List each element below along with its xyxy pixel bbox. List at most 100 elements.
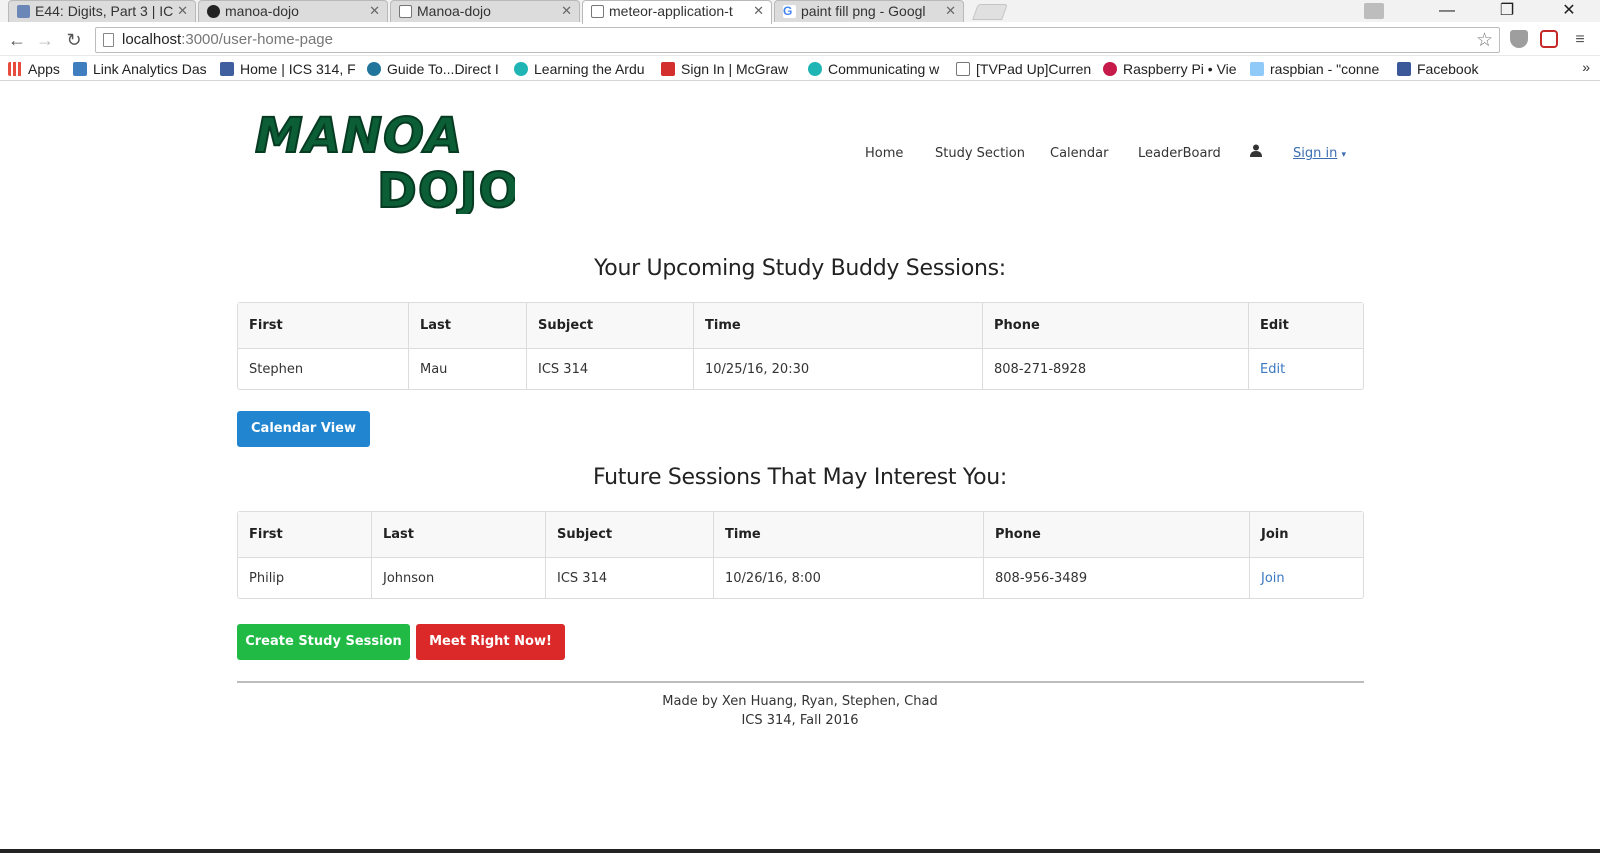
bookmark-label: Guide To...Direct I xyxy=(387,61,499,77)
meet-right-now-button[interactable]: Meet Right Now! xyxy=(416,624,565,660)
nav-leaderboard[interactable]: LeaderBoard xyxy=(1138,146,1221,161)
profile-icon[interactable] xyxy=(1360,0,1388,22)
restore-button[interactable]: ❐ xyxy=(1484,0,1530,22)
column-header: Time xyxy=(694,303,983,349)
table-header-row: First Last Subject Time Phone Edit xyxy=(238,303,1363,349)
tab-close-icon[interactable]: ✕ xyxy=(177,3,188,19)
raspberry-icon xyxy=(1103,62,1117,76)
bookmark-communicating[interactable]: Communicating w xyxy=(808,59,948,79)
signin-link[interactable]: Sign in xyxy=(1293,146,1337,161)
bookmark-star-icon[interactable]: ☆ xyxy=(1476,29,1493,52)
wordpress-icon xyxy=(367,62,381,76)
logo-line-2: DOJO xyxy=(377,163,515,214)
browser-tab-2[interactable]: manoa-dojo ✕ xyxy=(198,0,388,22)
bookmark-learning-arduino[interactable]: Learning the Ardu xyxy=(514,59,654,79)
tab-title: manoa-dojo xyxy=(225,3,299,19)
join-link[interactable]: Join xyxy=(1261,571,1285,586)
bookmark-label: [TVPad Up]Curren xyxy=(976,61,1092,77)
calendar-view-button[interactable]: Calendar View xyxy=(237,411,370,447)
upcoming-sessions-title: Your Upcoming Study Buddy Sessions: xyxy=(594,256,1006,281)
bookmark-label: Raspberry Pi • Vie xyxy=(1123,61,1237,77)
new-tab-button[interactable] xyxy=(972,4,1008,20)
user-icon[interactable] xyxy=(1250,144,1262,161)
close-window-button[interactable]: ✕ xyxy=(1546,0,1592,22)
github-icon xyxy=(207,5,220,18)
bookmark-mcgraw[interactable]: Sign In | McGraw xyxy=(661,59,801,79)
address-bar[interactable]: localhost:3000/user-home-page ☆ xyxy=(95,27,1500,53)
browser-toolbar: ← → ↻ localhost:3000/user-home-page ☆ ≡ xyxy=(0,24,1600,56)
nav-home[interactable]: Home xyxy=(865,146,903,161)
menu-icon[interactable]: ≡ xyxy=(1568,27,1592,53)
reload-icon[interactable]: ↻ xyxy=(62,27,86,53)
browser-tab-4-active[interactable]: meteor-application-t ✕ xyxy=(582,0,772,24)
window-bottom-edge xyxy=(0,849,1600,853)
browser-tab-strip: E44: Digits, Part 3 | IC ✕ manoa-dojo ✕ … xyxy=(0,0,1600,24)
bookmarks-overflow-chevron-icon[interactable]: » xyxy=(1582,59,1590,75)
column-header: Phone xyxy=(984,512,1250,558)
bookmark-label: Learning the Ardu xyxy=(534,61,645,77)
column-header: Subject xyxy=(527,303,694,349)
tab-title: meteor-application-t xyxy=(609,3,733,19)
record-extension-icon[interactable] xyxy=(1540,30,1558,48)
caret-down-icon: ▾ xyxy=(1341,150,1347,160)
browser-tab-3[interactable]: Manoa-dojo ✕ xyxy=(390,0,580,22)
rpi-icon xyxy=(1250,62,1264,76)
bookmark-guide[interactable]: Guide To...Direct I xyxy=(367,59,507,79)
tab-title: paint fill png - Googl xyxy=(801,3,926,19)
tab-close-icon[interactable]: ✕ xyxy=(369,3,380,19)
google-icon: G xyxy=(783,5,796,18)
bookmark-label: raspbian - "conne xyxy=(1270,61,1380,77)
page-favicon-icon xyxy=(17,5,30,18)
edit-link[interactable]: Edit xyxy=(1260,362,1285,377)
cell-last: Mau xyxy=(409,349,527,389)
nav-calendar[interactable]: Calendar xyxy=(1050,146,1108,161)
footer-course: ICS 314, Fall 2016 xyxy=(741,713,859,728)
signin-dropdown[interactable]: Sign in ▾ xyxy=(1293,146,1346,161)
bookmark-label: Apps xyxy=(28,61,60,77)
bookmark-tvpad[interactable]: [TVPad Up]Curren xyxy=(956,59,1096,79)
web-page: MANOA DOJO Home Study Section Calendar L… xyxy=(0,82,1600,853)
tab-title: Manoa-dojo xyxy=(417,3,491,19)
minimize-button[interactable]: — xyxy=(1424,0,1470,22)
back-arrow-icon[interactable]: ← xyxy=(5,27,29,53)
url-host: localhost xyxy=(122,31,182,48)
bookmark-link-analytics[interactable]: Link Analytics Das xyxy=(73,59,213,79)
bookmark-facebook[interactable]: Facebook xyxy=(1397,59,1497,79)
circle-icon xyxy=(514,62,528,76)
column-header: Subject xyxy=(546,512,714,558)
logo-line-1: MANOA xyxy=(255,108,463,164)
bookmark-label: Home | ICS 314, F xyxy=(240,61,356,77)
bookmark-home-ics314[interactable]: Home | ICS 314, F xyxy=(220,59,360,79)
document-icon xyxy=(591,5,604,18)
column-header: Time xyxy=(714,512,984,558)
shield-extension-icon[interactable] xyxy=(1510,30,1528,48)
table-row: Philip Johnson ICS 314 10/26/16, 8:00 80… xyxy=(238,558,1363,598)
column-header: First xyxy=(238,303,409,349)
forward-arrow-icon[interactable]: → xyxy=(33,27,57,53)
manoa-dojo-logo[interactable]: MANOA DOJO xyxy=(255,102,515,214)
table-header-row: First Last Subject Time Phone Join xyxy=(238,512,1363,558)
circle-icon xyxy=(808,62,822,76)
column-header: Edit xyxy=(1249,303,1363,349)
browser-tab-1[interactable]: E44: Digits, Part 3 | IC ✕ xyxy=(8,0,196,22)
tab-title: E44: Digits, Part 3 | IC xyxy=(35,3,174,19)
bookmark-raspbian[interactable]: raspbian - "conne xyxy=(1250,59,1390,79)
cell-phone: 808-956-3489 xyxy=(984,558,1250,598)
future-sessions-table: First Last Subject Time Phone Join Phili… xyxy=(237,511,1364,599)
tab-close-icon[interactable]: ✕ xyxy=(561,3,572,19)
create-study-session-button[interactable]: Create Study Session xyxy=(237,624,410,660)
column-header: Phone xyxy=(983,303,1249,349)
bookmark-raspberry-pi[interactable]: Raspberry Pi • Vie xyxy=(1103,59,1243,79)
bookmark-label: Link Analytics Das xyxy=(93,61,207,77)
url-path: :3000/user-home-page xyxy=(181,31,333,48)
nav-study-section[interactable]: Study Section xyxy=(935,146,1025,161)
browser-tab-5[interactable]: G paint fill png - Googl ✕ xyxy=(774,0,964,22)
tab-close-icon[interactable]: ✕ xyxy=(753,3,764,19)
bookmark-apps[interactable]: Apps xyxy=(8,59,68,79)
footer-credits: Made by Xen Huang, Ryan, Stephen, Chad xyxy=(662,694,938,709)
page-info-icon[interactable] xyxy=(103,33,114,47)
bookmark-label: Communicating w xyxy=(828,61,940,77)
column-header: First xyxy=(238,512,372,558)
tab-close-icon[interactable]: ✕ xyxy=(945,3,956,19)
cell-first: Philip xyxy=(238,558,372,598)
